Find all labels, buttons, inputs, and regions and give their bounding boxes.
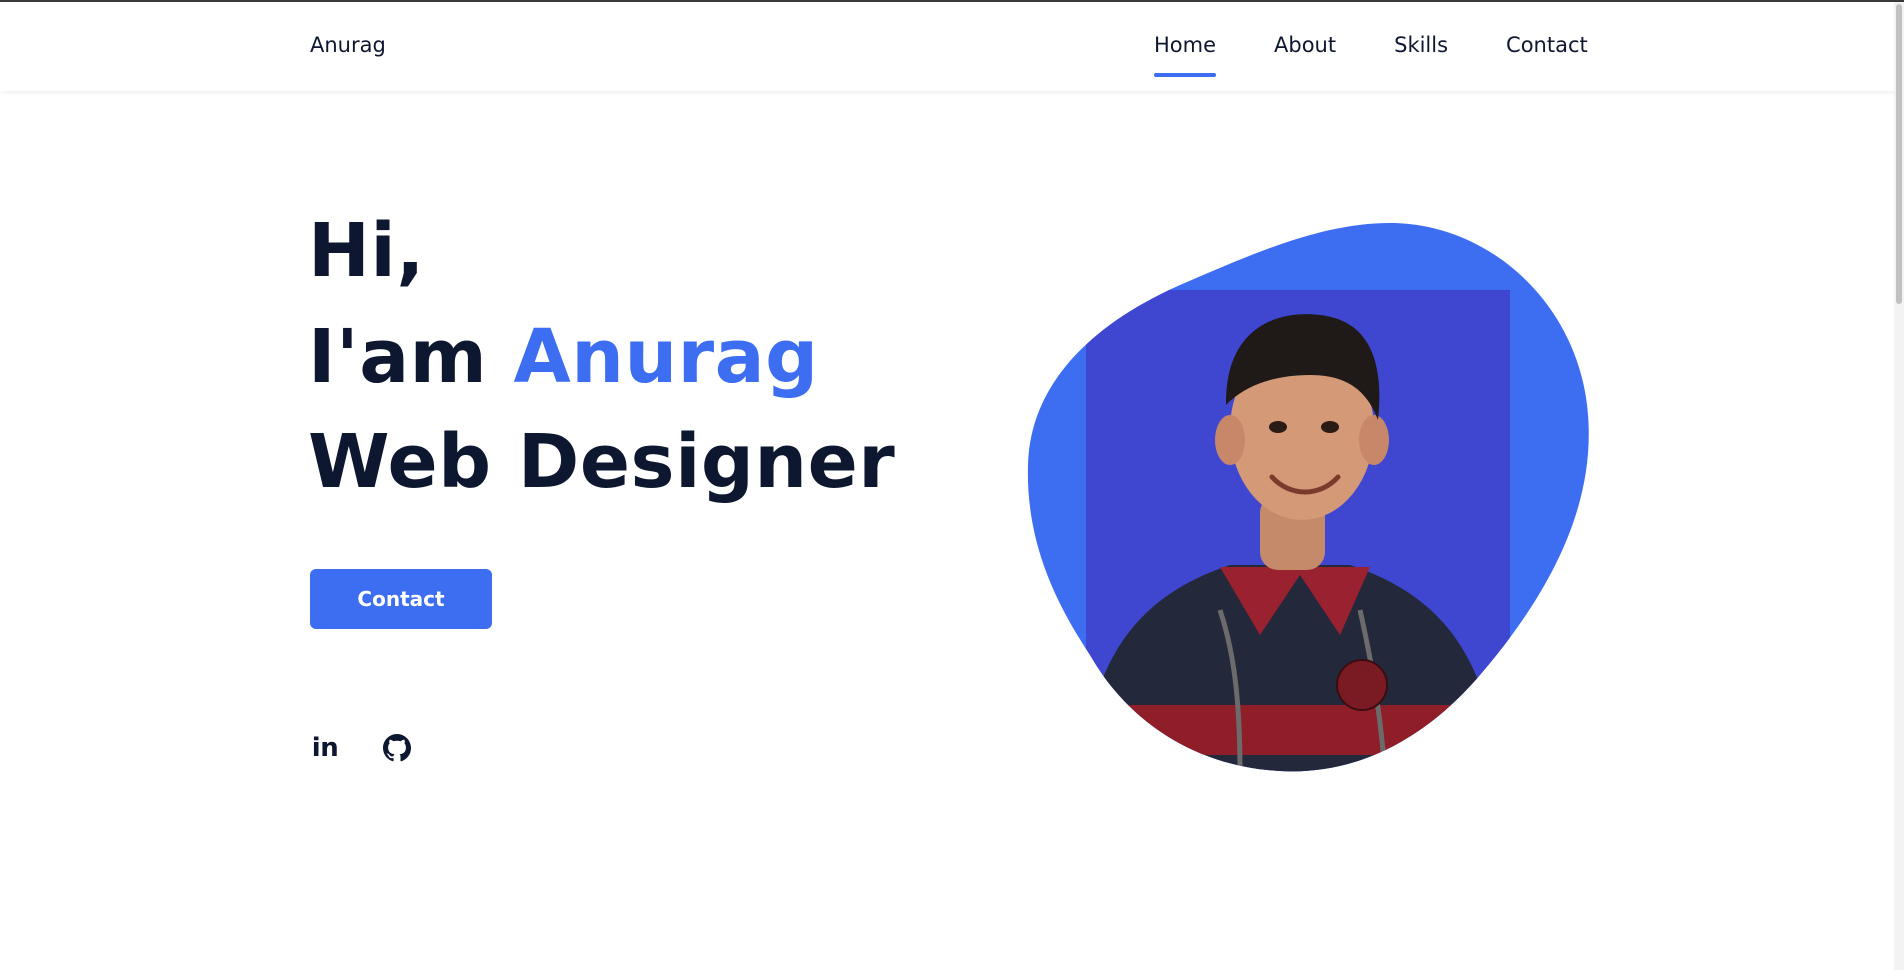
profile-image (1020, 215, 1600, 785)
hero-greeting: Hi, (308, 208, 425, 294)
social-links: in (310, 733, 412, 763)
hero-intro-prefix: I'am (308, 314, 488, 400)
contact-button[interactable]: Contact (310, 569, 492, 629)
main-nav: Home About Skills Contact (1154, 33, 1588, 77)
github-icon[interactable] (382, 733, 412, 763)
scrollbar-thumb[interactable] (1896, 4, 1902, 304)
hero-name: Anurag (513, 314, 819, 400)
linkedin-icon[interactable]: in (310, 733, 340, 763)
nav-contact[interactable]: Contact (1506, 33, 1588, 57)
nav-about[interactable]: About (1274, 33, 1336, 57)
brand-logo[interactable]: Anurag (310, 33, 386, 57)
hero-role: Web Designer (308, 419, 896, 505)
hero-intro: I'am Anurag (308, 320, 819, 394)
page: Anurag Home About Skills Contact Hi, I'a… (0, 0, 1904, 970)
profile-photo-illustration (1027, 223, 1589, 772)
nav-home[interactable]: Home (1154, 33, 1217, 77)
site-header: Anurag Home About Skills Contact (0, 2, 1904, 91)
page-scrollbar[interactable] (1894, 2, 1904, 970)
nav-skills[interactable]: Skills (1394, 33, 1448, 57)
